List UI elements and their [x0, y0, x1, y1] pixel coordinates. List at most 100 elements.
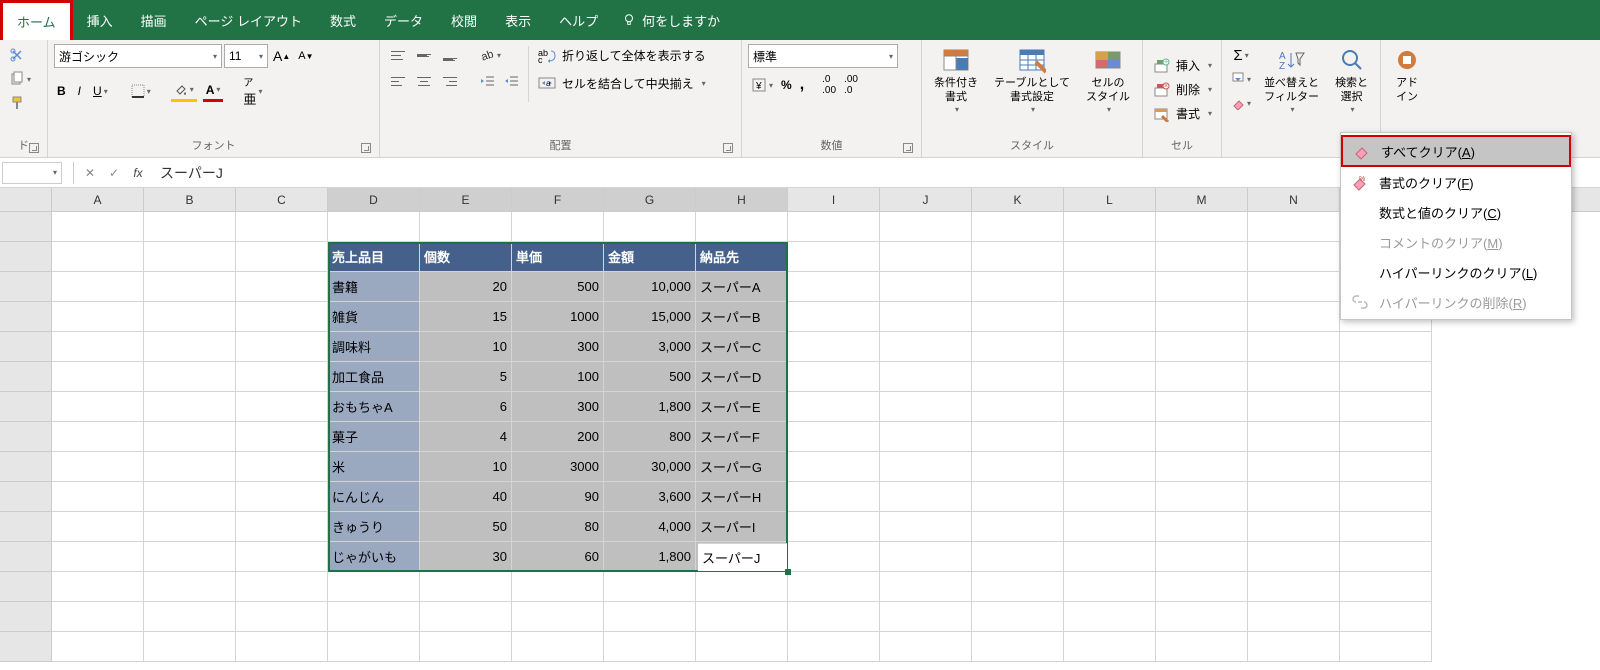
tab-draw[interactable]: 描画 [127, 0, 181, 40]
cell[interactable] [1248, 452, 1340, 482]
cell[interactable] [1248, 512, 1340, 542]
cell[interactable]: 30 [420, 542, 512, 572]
cell[interactable] [696, 632, 788, 662]
cell[interactable] [1064, 482, 1156, 512]
cell[interactable] [420, 212, 512, 242]
cell[interactable]: 納品先 [696, 242, 788, 272]
col-header[interactable]: F [512, 188, 604, 211]
clear-hyperlinks-item[interactable]: ハイパーリンクのクリア(L) [1341, 257, 1571, 287]
select-all-corner[interactable] [0, 188, 52, 211]
cell[interactable]: 4 [420, 422, 512, 452]
delete-cells-button[interactable]: ×削除▾ [1149, 79, 1215, 101]
cell[interactable] [1248, 632, 1340, 662]
cell[interactable]: 加工食品 [328, 362, 420, 392]
cell[interactable]: 15 [420, 302, 512, 332]
col-header[interactable]: H [696, 188, 788, 211]
cell[interactable] [788, 392, 880, 422]
col-header[interactable]: C [236, 188, 328, 211]
cell[interactable] [972, 422, 1064, 452]
name-box[interactable]: ▾ [2, 162, 62, 184]
fill-button[interactable]: ▾ [1228, 68, 1254, 90]
cell[interactable]: にんじん [328, 482, 420, 512]
cell[interactable]: 500 [604, 362, 696, 392]
merge-center-button[interactable]: a セルを結合して中央揃え▾ [535, 72, 709, 94]
cell[interactable] [1248, 482, 1340, 512]
col-header[interactable]: G [604, 188, 696, 211]
cell[interactable] [1340, 332, 1432, 362]
cell[interactable] [144, 272, 236, 302]
cell[interactable] [788, 332, 880, 362]
cell[interactable]: スーパーA [696, 272, 788, 302]
cell[interactable] [1156, 422, 1248, 452]
cell[interactable] [1064, 272, 1156, 302]
cell[interactable] [788, 362, 880, 392]
cell[interactable] [1248, 212, 1340, 242]
cell[interactable] [52, 452, 144, 482]
cell[interactable] [52, 632, 144, 662]
cell[interactable] [972, 392, 1064, 422]
cell[interactable] [52, 572, 144, 602]
cell[interactable]: 100 [512, 362, 604, 392]
dialog-launcher-icon[interactable] [723, 143, 733, 153]
cell[interactable] [880, 332, 972, 362]
cell[interactable] [880, 392, 972, 422]
cell[interactable]: 売上品目 [328, 242, 420, 272]
font-size-select[interactable]: 11▾ [224, 44, 268, 68]
cell[interactable] [420, 602, 512, 632]
cell[interactable]: 10,000 [604, 272, 696, 302]
cell[interactable] [1064, 632, 1156, 662]
percent-button[interactable]: % [778, 74, 795, 96]
cell[interactable] [144, 452, 236, 482]
col-header[interactable]: J [880, 188, 972, 211]
cell[interactable] [1064, 362, 1156, 392]
cell[interactable] [144, 392, 236, 422]
cell[interactable] [880, 302, 972, 332]
underline-button[interactable]: U▾ [90, 80, 111, 102]
cell[interactable] [1248, 272, 1340, 302]
cell[interactable] [1248, 242, 1340, 272]
cell[interactable] [972, 602, 1064, 632]
cell[interactable] [788, 632, 880, 662]
cell[interactable] [1248, 542, 1340, 572]
cell[interactable] [52, 272, 144, 302]
insert-function-button[interactable]: fx [126, 161, 150, 185]
clear-formats-item[interactable]: % 書式のクリア(F) [1341, 167, 1571, 197]
cell[interactable] [788, 512, 880, 542]
cell[interactable] [236, 542, 328, 572]
cell[interactable] [1156, 482, 1248, 512]
cell-styles-button[interactable]: セルの スタイル▾ [1080, 44, 1136, 117]
cell[interactable] [972, 302, 1064, 332]
cell[interactable]: スーパーF [696, 422, 788, 452]
dialog-launcher-icon[interactable] [903, 143, 913, 153]
cell[interactable] [512, 602, 604, 632]
cell[interactable] [144, 212, 236, 242]
font-color-button[interactable]: A▾ [203, 80, 224, 102]
cell[interactable] [144, 332, 236, 362]
cell[interactable] [328, 632, 420, 662]
cell[interactable] [1156, 512, 1248, 542]
enter-formula-button[interactable]: ✓ [102, 161, 126, 185]
cell[interactable] [788, 302, 880, 332]
tab-help[interactable]: ヘルプ [545, 0, 612, 40]
cell[interactable] [880, 602, 972, 632]
cell[interactable] [420, 572, 512, 602]
align-center-button[interactable] [412, 70, 436, 92]
cell[interactable] [512, 632, 604, 662]
cell[interactable] [972, 452, 1064, 482]
cell[interactable] [1156, 212, 1248, 242]
format-cells-button[interactable]: 書式▾ [1149, 103, 1215, 125]
cell[interactable]: 30,000 [604, 452, 696, 482]
cell[interactable] [52, 212, 144, 242]
format-as-table-button[interactable]: テーブルとして 書式設定▾ [988, 44, 1076, 117]
cell[interactable] [52, 602, 144, 632]
cell[interactable]: 3,000 [604, 332, 696, 362]
cell[interactable]: スーパーB [696, 302, 788, 332]
cell[interactable] [880, 512, 972, 542]
cell[interactable]: 書籍 [328, 272, 420, 302]
cell[interactable] [144, 422, 236, 452]
cell[interactable] [236, 572, 328, 602]
cell[interactable] [1064, 302, 1156, 332]
cell[interactable]: スーパーC [696, 332, 788, 362]
cell[interactable] [1064, 212, 1156, 242]
cell[interactable] [236, 512, 328, 542]
